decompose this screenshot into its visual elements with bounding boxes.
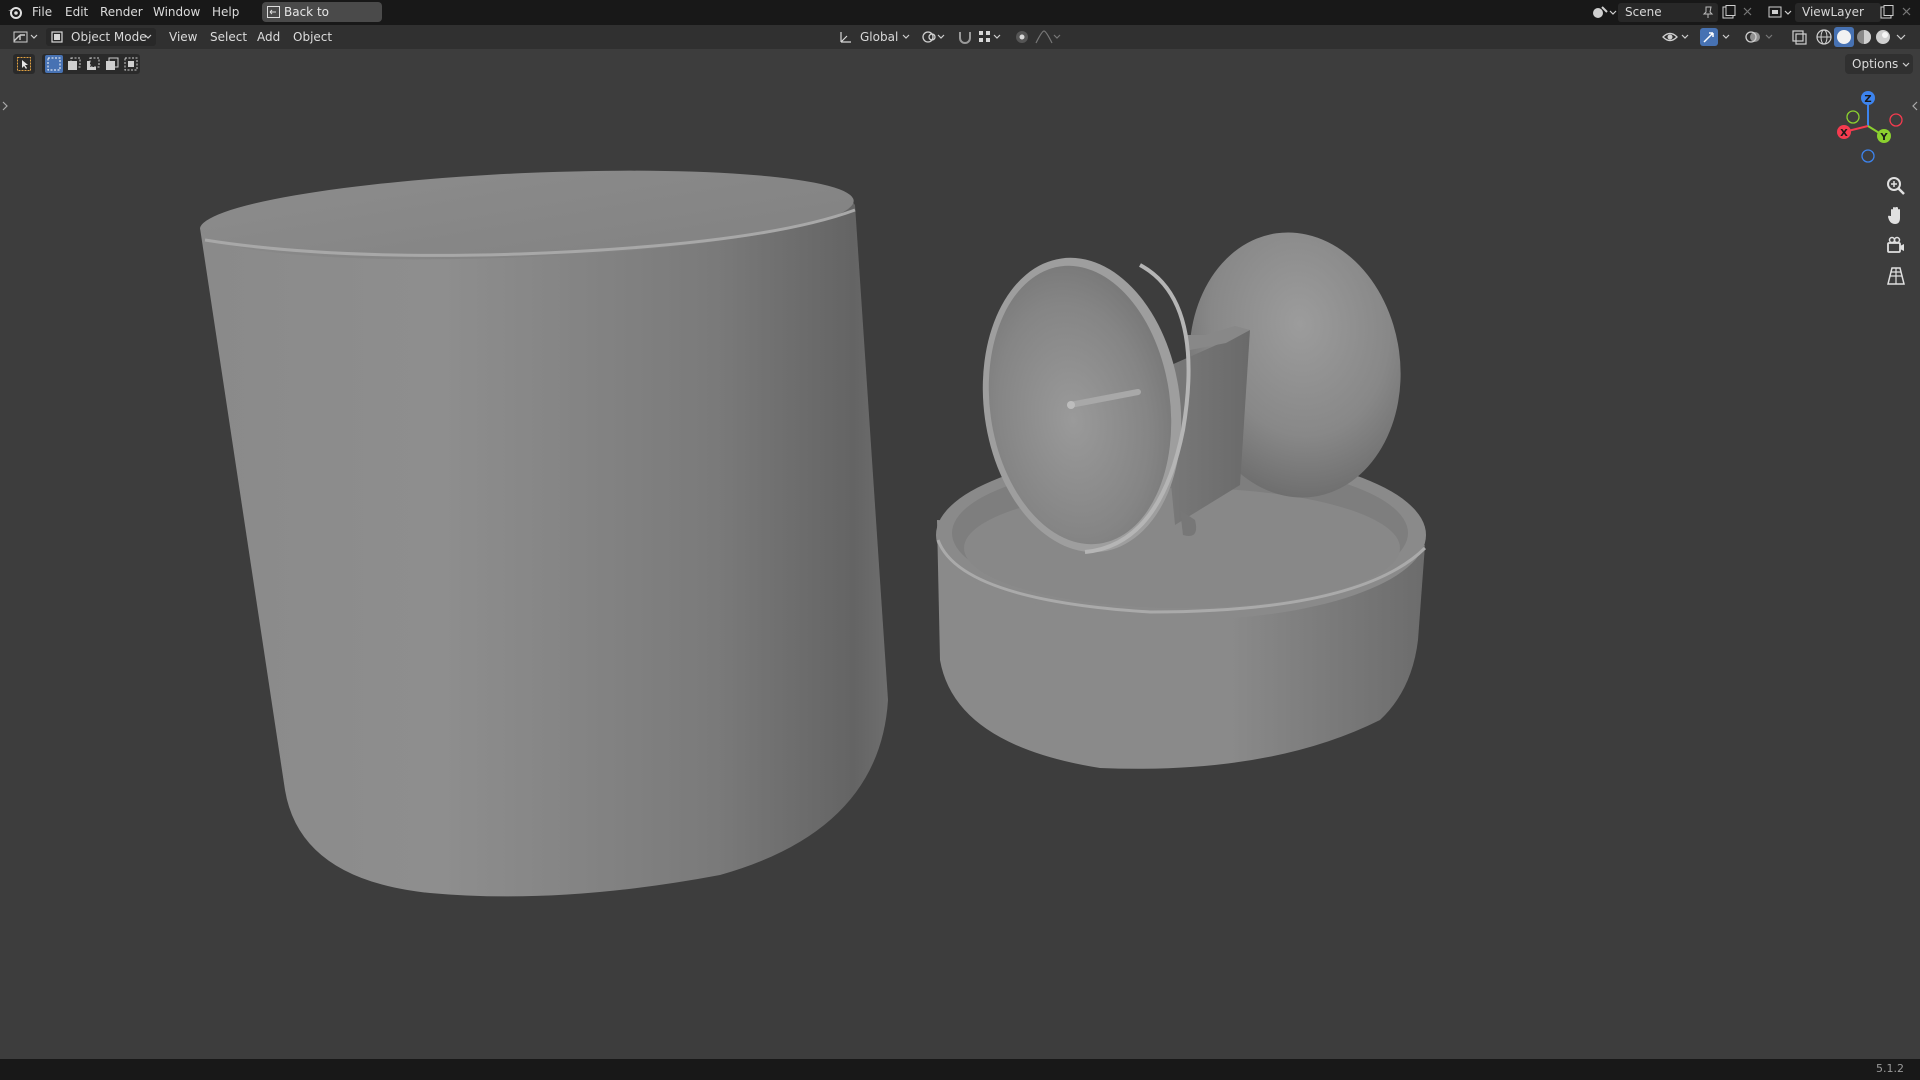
view-layer-selector[interactable]: ViewLayer — [1795, 3, 1881, 22]
scene-selector[interactable]: Scene — [1618, 3, 1718, 22]
pin-icon[interactable] — [1702, 6, 1714, 19]
perspective-grid-icon[interactable] — [1884, 264, 1908, 288]
menu-select[interactable]: Select — [210, 28, 247, 47]
menu-view[interactable]: View — [169, 28, 197, 47]
y-axis-label: Y — [1879, 132, 1888, 143]
xray-toggle-icon[interactable] — [1790, 28, 1808, 46]
neg-x-handle[interactable] — [1889, 113, 1903, 127]
z-axis-label: Z — [1864, 94, 1871, 105]
status-bar: 5.1.2 — [0, 1059, 1920, 1080]
falloff-curve-icon[interactable] — [1034, 29, 1062, 45]
new-view-layer-icon[interactable] — [1880, 5, 1894, 19]
camera-view-icon[interactable] — [1884, 234, 1908, 258]
menu-add[interactable]: Add — [257, 28, 280, 47]
x-axis-label: X — [1840, 128, 1848, 139]
view-layer-name: ViewLayer — [1802, 5, 1864, 19]
tool-select-box[interactable] — [13, 54, 35, 74]
options-dropdown[interactable]: Options — [1845, 54, 1913, 74]
version-label: 5.1.2 — [1876, 1062, 1904, 1075]
menu-file[interactable]: File — [27, 3, 57, 22]
3d-viewport[interactable] — [0, 49, 1920, 1059]
blender-logo-icon[interactable] — [7, 5, 23, 19]
select-cursor-icon — [17, 57, 31, 71]
close-view-layer-icon[interactable] — [1902, 7, 1911, 16]
screen-back-icon — [267, 6, 280, 18]
visibility-eye-icon[interactable] — [1661, 29, 1691, 45]
menu-window[interactable]: Window — [148, 3, 205, 22]
select-subtract-icon[interactable] — [84, 55, 102, 73]
select-intersect-icon[interactable] — [122, 55, 140, 73]
menu-render[interactable]: Render — [95, 3, 148, 22]
select-new-icon[interactable] — [45, 55, 63, 73]
object-mode-icon — [51, 31, 63, 43]
back-to-previous-button[interactable]: Back to Previous — [262, 2, 382, 39]
chevron-down-icon — [144, 34, 152, 39]
chevron-down-icon — [1902, 62, 1910, 67]
editor-type-icon[interactable] — [12, 29, 40, 45]
transform-orientation-dropdown[interactable]: Global — [836, 28, 914, 46]
top-bar: File Edit Render Window Help Back to Pre… — [0, 0, 1920, 39]
scene-name: Scene — [1625, 5, 1662, 19]
close-scene-icon[interactable] — [1743, 7, 1752, 16]
pivot-point-icon[interactable] — [920, 30, 948, 45]
chevron-down-icon — [902, 34, 910, 39]
solid-shading-icon[interactable] — [1834, 27, 1854, 47]
gizmo-toggle-icon[interactable] — [1700, 28, 1734, 46]
view-layer-icon[interactable] — [1767, 4, 1793, 21]
cylinder-object[interactable] — [198, 159, 888, 897]
sidebar-expand-chevron-icon[interactable] — [1911, 101, 1919, 111]
overlays-icon[interactable] — [1744, 28, 1778, 46]
rendered-shading-icon[interactable] — [1874, 28, 1892, 46]
material-preview-icon[interactable] — [1855, 28, 1873, 46]
select-difference-icon[interactable] — [103, 55, 121, 73]
select-extend-icon[interactable] — [65, 55, 83, 73]
proportional-editing-icon[interactable] — [1014, 29, 1030, 45]
scene-icon[interactable] — [1591, 4, 1617, 21]
zoom-icon[interactable] — [1884, 174, 1908, 198]
orientation-axes-icon — [840, 32, 851, 43]
pan-hand-icon[interactable] — [1884, 204, 1908, 228]
shading-options-chevron-icon[interactable] — [1896, 34, 1906, 41]
mode-dropdown[interactable]: Object Mode — [46, 28, 156, 46]
menu-help[interactable]: Help — [207, 3, 244, 22]
viewport-header: Object Mode View Select Add Object Globa… — [0, 25, 1920, 49]
viewport-canvas[interactable] — [0, 49, 1920, 1059]
toolbar-expand-chevron-icon[interactable] — [1, 101, 9, 111]
snap-toggle-icon[interactable] — [956, 29, 974, 45]
navigation-gizmo[interactable]: Z X Y — [1826, 86, 1906, 166]
menu-edit[interactable]: Edit — [60, 3, 93, 22]
orientation-label: Global — [860, 30, 899, 44]
wireframe-shading-icon[interactable] — [1815, 28, 1833, 46]
neg-y-handle[interactable] — [1846, 110, 1860, 124]
selection-mode-group — [42, 54, 140, 74]
mode-label: Object Mode — [71, 30, 147, 44]
new-scene-icon[interactable] — [1722, 5, 1736, 19]
neg-z-handle[interactable] — [1861, 149, 1875, 163]
snap-increment-icon[interactable] — [977, 29, 1003, 45]
options-label: Options — [1852, 57, 1899, 71]
menu-object[interactable]: Object — [293, 28, 332, 47]
